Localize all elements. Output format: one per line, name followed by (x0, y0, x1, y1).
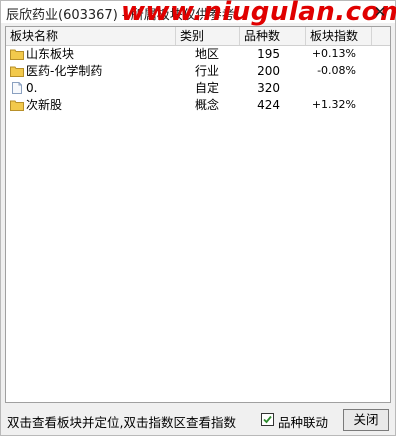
sector-name: 山东板块 (26, 47, 75, 61)
sector-category: 概念 (195, 98, 220, 112)
sector-name: 0. (26, 81, 38, 95)
sector-name: 次新股 (26, 98, 63, 112)
folder-icon (10, 49, 24, 60)
sector-count: 195 (257, 47, 280, 61)
column-header-category[interactable]: 类别 (176, 27, 240, 45)
sector-category: 行业 (195, 64, 220, 78)
close-icon[interactable]: ✕ (371, 3, 389, 21)
dialog-window: 辰欣药业(603367) - 所属板块仅供参考 www.niugulan.com… (0, 0, 396, 436)
link-stocks-checkbox[interactable] (261, 413, 274, 426)
sector-list[interactable]: 板块名称 类别 品种数 板块指数 山东板块 地区 195 +0.13% 医药-化… (5, 26, 391, 403)
column-header-index[interactable]: 板块指数 (306, 27, 372, 45)
sector-count: 320 (257, 81, 280, 95)
close-button[interactable]: 关闭 (343, 409, 389, 431)
sector-index-change[interactable]: +1.32% (306, 97, 356, 113)
sector-index-change[interactable] (306, 80, 356, 96)
sector-index-change[interactable]: -0.08% (306, 63, 356, 79)
sector-count: 200 (257, 64, 280, 78)
hint-text: 双击查看板块并定位,双击指数区查看指数 (7, 415, 236, 430)
column-header-count[interactable]: 品种数 (240, 27, 306, 45)
title-bar[interactable]: 辰欣药业(603367) - 所属板块仅供参考 www.niugulan.com… (1, 0, 396, 27)
document-icon (12, 82, 22, 94)
folder-icon (10, 100, 24, 111)
sector-category: 自定 (195, 81, 220, 95)
sector-category: 地区 (195, 47, 220, 61)
column-header-name[interactable]: 板块名称 (6, 27, 176, 45)
link-stocks-label[interactable]: 品种联动 (278, 412, 328, 431)
folder-icon (10, 66, 24, 77)
table-row[interactable]: 次新股 概念 424 +1.32% (6, 97, 390, 113)
table-row[interactable]: 医药-化学制药 行业 200 -0.08% (6, 63, 390, 79)
table-row[interactable]: 山东板块 地区 195 +0.13% (6, 46, 390, 62)
list-header: 板块名称 类别 品种数 板块指数 (6, 27, 390, 46)
checkmark-icon (263, 415, 272, 424)
table-row[interactable]: 0. 自定 320 (6, 80, 390, 96)
watermark: www.niugulan.com (121, 0, 396, 27)
sector-name: 医药-化学制药 (26, 64, 103, 78)
status-bar: 双击查看板块并定位,双击指数区查看指数 品种联动 关闭 (1, 405, 395, 435)
sector-count: 424 (257, 98, 280, 112)
sector-index-change[interactable]: +0.13% (306, 46, 356, 62)
